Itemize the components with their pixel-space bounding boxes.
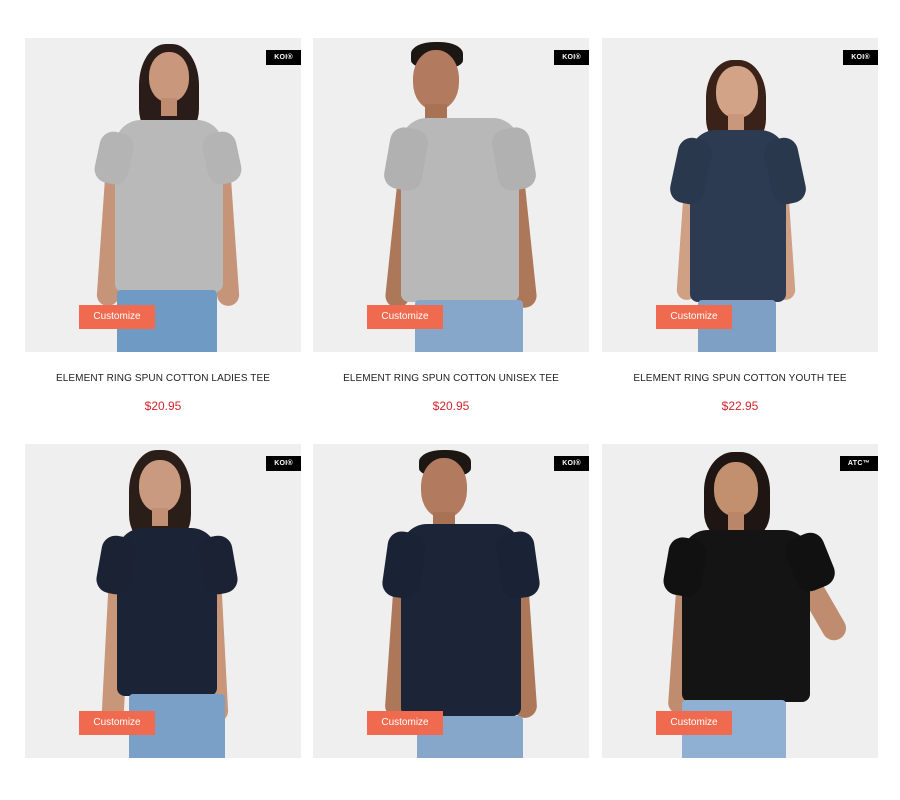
customize-button[interactable]: Customize — [79, 711, 155, 735]
product-card[interactable]: KOI® Customize — [25, 444, 301, 758]
man-model-navy-tee-icon — [313, 444, 589, 758]
brand-badge: KOI® — [554, 456, 589, 471]
brand-badge: KOI® — [266, 50, 301, 65]
product-image[interactable]: KOI® Customize — [25, 444, 301, 758]
brand-badge: KOI® — [266, 456, 301, 471]
product-image[interactable]: KOI® Customize — [313, 444, 589, 758]
woman-model-navy-tee-icon — [25, 444, 301, 758]
customize-button[interactable]: Customize — [656, 305, 732, 329]
woman-model-gray-tee-icon — [25, 38, 301, 352]
product-card[interactable]: KOI® Customize — [313, 444, 589, 758]
product-card[interactable]: KOI® Customize ELEMENT RING SPUN COTTON … — [602, 38, 878, 413]
product-card[interactable]: ATC™ Customize — [602, 444, 878, 758]
girl-model-navy-tee-icon — [602, 38, 878, 352]
brand-badge: KOI® — [843, 50, 878, 65]
woman-model-black-tee-icon — [602, 444, 878, 758]
product-title[interactable]: ELEMENT RING SPUN COTTON YOUTH TEE — [602, 373, 878, 385]
product-image[interactable]: KOI® Customize — [602, 38, 878, 352]
man-model-gray-tee-icon — [313, 38, 589, 352]
product-card[interactable]: KOI® Customize ELEMENT RING SPUN COTTON … — [313, 38, 589, 413]
product-image[interactable]: KOI® Customize — [25, 38, 301, 352]
product-title[interactable]: ELEMENT RING SPUN COTTON UNISEX TEE — [313, 373, 589, 385]
brand-badge: ATC™ — [839, 456, 878, 471]
customize-button[interactable]: Customize — [367, 711, 443, 735]
product-title[interactable]: ELEMENT RING SPUN COTTON LADIES TEE — [25, 373, 301, 385]
product-price: $20.95 — [144, 399, 182, 413]
customize-button[interactable]: Customize — [79, 305, 155, 329]
product-price: $20.95 — [432, 399, 470, 413]
product-image[interactable]: KOI® Customize — [313, 38, 589, 352]
product-image[interactable]: ATC™ Customize — [602, 444, 878, 758]
product-price: $22.95 — [721, 399, 759, 413]
brand-badge: KOI® — [554, 50, 589, 65]
customize-button[interactable]: Customize — [656, 711, 732, 735]
product-card[interactable]: KOI® Customize ELEMENT RING SPUN COTTON … — [25, 38, 301, 413]
customize-button[interactable]: Customize — [367, 305, 443, 329]
